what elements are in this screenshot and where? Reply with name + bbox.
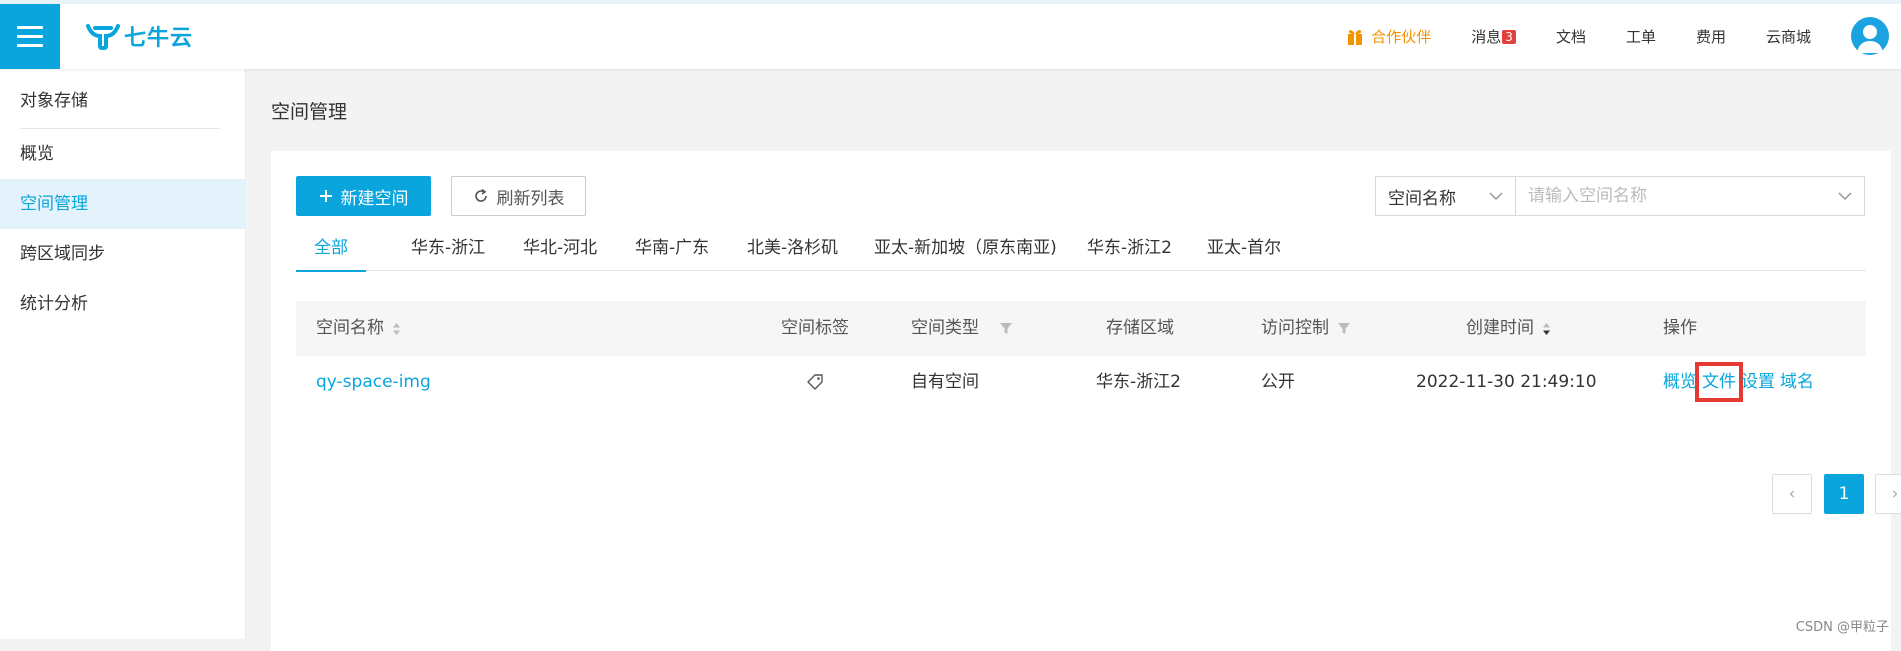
col-bucket-tags: 空间标签 <box>781 301 849 356</box>
refresh-list-label: 刷新列表 <box>497 184 565 209</box>
hamburger-bar <box>17 44 43 47</box>
nav-partner[interactable]: 合作伙伴 <box>1347 26 1431 47</box>
col-bucket-name[interactable]: 空间名称 <box>316 301 401 356</box>
bucket-tag-cell[interactable] <box>806 356 824 408</box>
region-tabs: 全部 华东-浙江 华北-河北 华南-广东 北美-洛杉矶 亚太-新加坡（原东南亚)… <box>296 233 1866 271</box>
sidebar-item-statistics[interactable]: 统计分析 <box>0 279 246 329</box>
sidebar-item-bucket-management[interactable]: 空间管理 <box>0 179 246 229</box>
search-bar: 空间名称 <box>1375 176 1865 216</box>
action-files-link[interactable]: 文件 <box>1702 369 1736 395</box>
messages-count-badge: 3 <box>1502 30 1516 44</box>
logo[interactable]: 七牛云 <box>86 18 193 54</box>
col-storage-region: 存储区域 <box>1106 301 1174 356</box>
table-row: qy-space-img 自有空间 华东-浙江2 公开 2022-11-30 2… <box>296 356 1866 408</box>
logo-icon <box>86 22 120 50</box>
bucket-type-cell: 自有空间 <box>911 356 979 408</box>
top-nav: 合作伙伴 消息 3 文档 工单 费用 云商城 <box>1307 4 1811 69</box>
chevron-down-icon <box>1489 192 1503 200</box>
pagination-next-button[interactable]: › <box>1875 474 1901 514</box>
col-created-time[interactable]: 创建时间 <box>1466 301 1551 356</box>
row-actions: 概览 文件 设置 域名 <box>1663 356 1814 408</box>
filter-icon[interactable] <box>999 322 1013 335</box>
logo-text: 七牛云 <box>124 20 193 52</box>
gift-icon <box>1347 28 1363 46</box>
nav-tickets[interactable]: 工单 <box>1626 26 1656 47</box>
new-bucket-button[interactable]: 新建空间 <box>296 176 431 216</box>
page-title: 空间管理 <box>271 97 347 124</box>
search-field-value: 空间名称 <box>1388 184 1456 209</box>
col-bucket-type[interactable]: 空间类型 <box>911 301 1013 356</box>
main-content: 空间管理 新建空间 刷新列表 空间名称 <box>247 69 1901 639</box>
col-access-control-label: 访问控制 <box>1261 301 1329 356</box>
pagination-page-button[interactable]: 1 <box>1824 474 1864 514</box>
bucket-region-cell: 华东-浙江2 <box>1096 356 1181 408</box>
hamburger-bar <box>17 35 43 38</box>
filter-icon[interactable] <box>1337 322 1351 335</box>
bucket-access-cell: 公开 <box>1261 356 1295 408</box>
tab-south-guangdong[interactable]: 华南-广东 <box>635 233 709 271</box>
action-overview-link[interactable]: 概览 <box>1663 356 1697 408</box>
top-header: 七牛云 合作伙伴 消息 3 文档 工单 费用 云商城 <box>0 4 1901 69</box>
tab-all[interactable]: 全部 <box>314 233 348 271</box>
tab-north-hebei[interactable]: 华北-河北 <box>523 233 597 271</box>
nav-billing[interactable]: 费用 <box>1696 26 1726 47</box>
sort-desc-icon[interactable] <box>1542 322 1551 336</box>
bucket-name-link[interactable]: qy-space-img <box>316 356 431 408</box>
nav-docs[interactable]: 文档 <box>1556 26 1586 47</box>
avatar[interactable] <box>1851 17 1889 55</box>
sidebar-title: 对象存储 <box>20 86 88 111</box>
refresh-list-button[interactable]: 刷新列表 <box>451 176 586 216</box>
col-access-control[interactable]: 访问控制 <box>1261 301 1351 356</box>
tab-ap-singapore[interactable]: 亚太-新加坡（原东南亚) <box>874 233 1057 271</box>
col-actions: 操作 <box>1663 301 1697 356</box>
watermark: CSDN @甲粒子 <box>1796 616 1889 635</box>
hamburger-bar <box>17 26 43 29</box>
sidebar: 对象存储 概览 空间管理 跨区域同步 统计分析 <box>0 69 246 639</box>
col-created-time-label: 创建时间 <box>1466 301 1534 356</box>
nav-partner-label: 合作伙伴 <box>1371 26 1431 47</box>
action-settings-link[interactable]: 设置 <box>1741 356 1775 408</box>
search-input-wrap <box>1516 177 1864 215</box>
search-input[interactable] <box>1528 186 1828 206</box>
pagination-prev-button[interactable]: ‹ <box>1772 474 1812 514</box>
nav-mall[interactable]: 云商城 <box>1766 26 1811 47</box>
chevron-down-icon[interactable] <box>1838 192 1852 200</box>
menu-toggle-button[interactable] <box>0 4 60 69</box>
action-domains-link[interactable]: 域名 <box>1780 356 1814 408</box>
tab-ap-seoul[interactable]: 亚太-首尔 <box>1207 233 1281 271</box>
table-header: 空间名称 空间标签 空间类型 存储区域 访问控制 创建时间 <box>296 301 1866 356</box>
col-bucket-type-label: 空间类型 <box>911 301 979 356</box>
tab-east-zhejiang[interactable]: 华东-浙江 <box>411 233 485 271</box>
bucket-created-cell: 2022-11-30 21:49:10 <box>1416 356 1597 408</box>
bucket-list-card: 新建空间 刷新列表 空间名称 全部 <box>271 151 1891 651</box>
tab-na-los-angeles[interactable]: 北美-洛杉矶 <box>747 233 838 271</box>
col-bucket-name-label: 空间名称 <box>316 301 384 356</box>
plus-icon <box>319 189 333 203</box>
sort-icon[interactable] <box>392 322 401 336</box>
tab-east-zhejiang2[interactable]: 华东-浙江2 <box>1087 233 1172 271</box>
nav-messages[interactable]: 消息 3 <box>1471 26 1516 47</box>
sidebar-item-overview[interactable]: 概览 <box>0 129 246 179</box>
refresh-icon <box>473 188 489 204</box>
sidebar-item-cross-region-sync[interactable]: 跨区域同步 <box>0 229 246 279</box>
tag-icon[interactable] <box>806 373 824 391</box>
search-field-select[interactable]: 空间名称 <box>1376 177 1516 215</box>
new-bucket-label: 新建空间 <box>341 184 409 209</box>
nav-messages-label: 消息 <box>1471 26 1501 47</box>
user-icon <box>1851 17 1889 55</box>
